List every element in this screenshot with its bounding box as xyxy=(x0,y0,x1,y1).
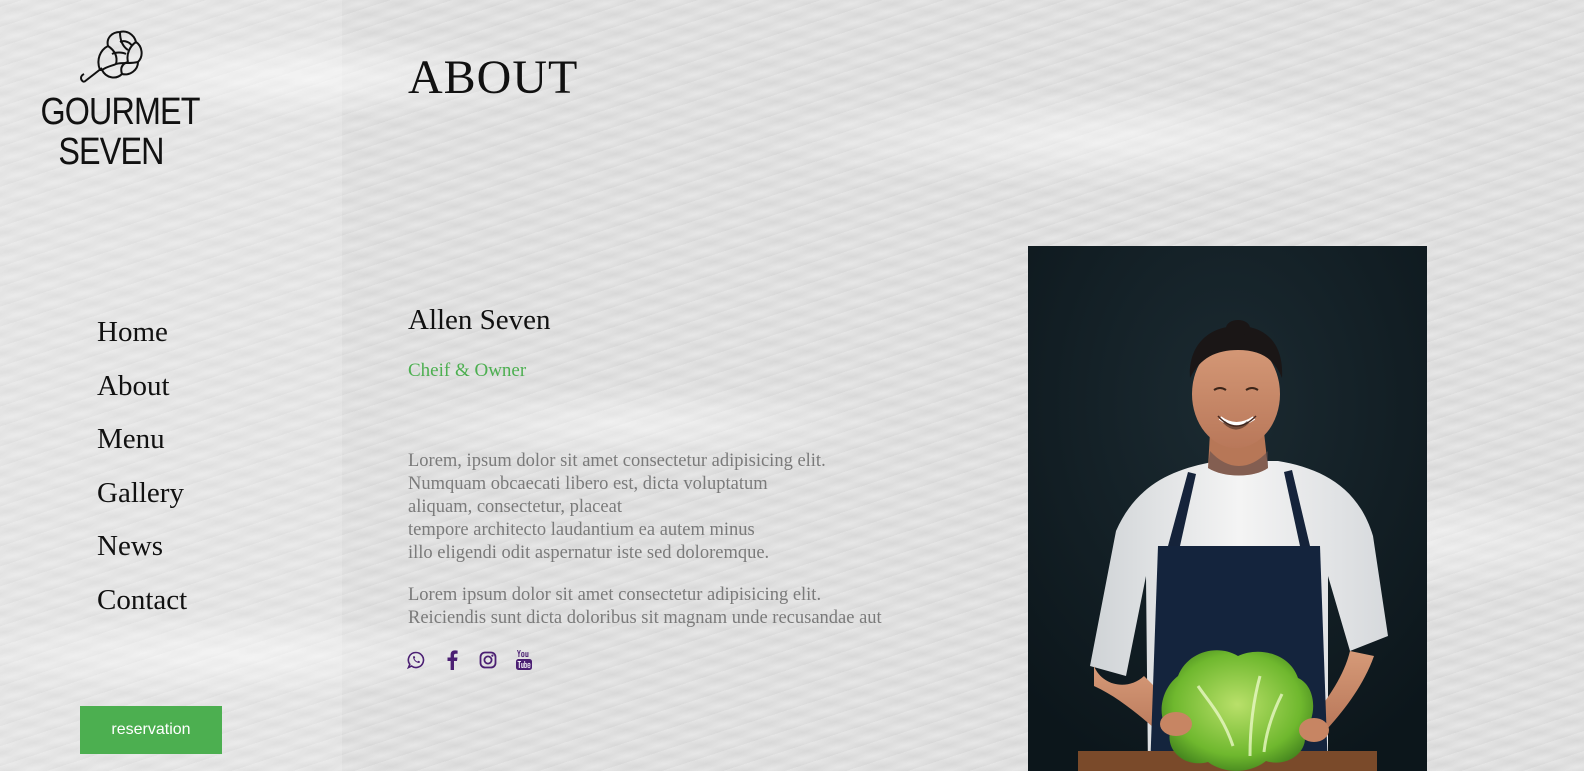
person-role: Cheif & Owner xyxy=(408,360,527,381)
bio-line: Lorem, ipsum dolor sit amet consectetur … xyxy=(408,451,826,471)
bio-line: Reiciendis sunt dicta doloribus sit magn… xyxy=(408,608,882,628)
brand-logo[interactable]: GOURMET SEVEN xyxy=(28,24,200,173)
brand-name-line1: GOURMET xyxy=(40,91,200,133)
bio-line: illo eligendi odit aspernatur iste sed d… xyxy=(408,543,770,563)
reservation-button[interactable]: reservation xyxy=(80,706,222,754)
chef-portrait-illustration xyxy=(1028,246,1427,771)
bio-paragraph-1: Lorem, ipsum dolor sit amet consectetur … xyxy=(408,450,968,565)
artichoke-icon xyxy=(80,30,143,83)
main-nav: Home About Menu Gallery News Contact xyxy=(97,306,187,627)
facebook-icon xyxy=(447,650,458,670)
youtube-icon xyxy=(516,650,532,670)
bio-paragraph-2: Lorem ipsum dolor sit amet consectetur a… xyxy=(408,584,968,630)
nav-item-news[interactable]: News xyxy=(97,520,187,574)
nav-item-gallery[interactable]: Gallery xyxy=(97,467,187,521)
social-links xyxy=(407,650,533,670)
instagram-link[interactable] xyxy=(479,650,497,670)
page-title: ABOUT xyxy=(408,51,579,104)
facebook-link[interactable] xyxy=(443,650,461,670)
bio-line: aliquam, consectetur, placeat xyxy=(408,497,622,517)
whatsapp-link[interactable] xyxy=(407,650,425,670)
bio-text: Lorem, ipsum dolor sit amet consectetur … xyxy=(408,450,968,649)
nav-item-about[interactable]: About xyxy=(97,360,187,414)
nav-item-menu[interactable]: Menu xyxy=(97,413,187,467)
youtube-link[interactable] xyxy=(515,650,533,670)
brand-name: GOURMET SEVEN xyxy=(40,91,200,173)
person-name: Allen Seven xyxy=(408,304,551,336)
whatsapp-icon xyxy=(407,651,425,669)
instagram-icon xyxy=(479,651,497,669)
nav-item-home[interactable]: Home xyxy=(97,306,187,360)
nav-item-contact[interactable]: Contact xyxy=(97,574,187,628)
brand-name-line2: SEVEN xyxy=(58,131,164,173)
bio-line: Numquam obcaecati libero est, dicta volu… xyxy=(408,474,768,494)
bio-line: tempore architecto laudantium ea autem m… xyxy=(408,520,755,540)
bio-line: Lorem ipsum dolor sit amet consectetur a… xyxy=(408,585,822,605)
chef-portrait-image xyxy=(1028,246,1427,771)
